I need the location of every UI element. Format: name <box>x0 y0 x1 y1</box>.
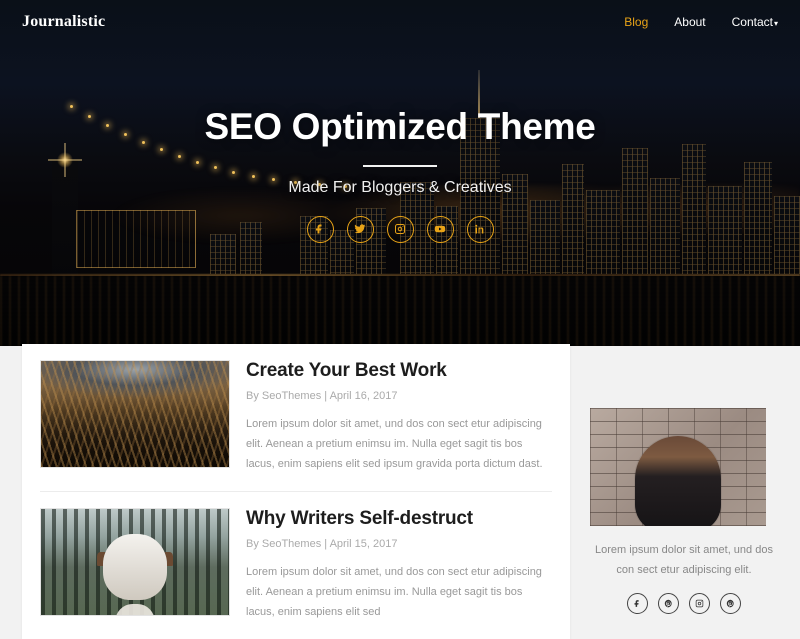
nav-item-contact-label: Contact <box>731 15 773 29</box>
hero-subtitle: Made For Bloggers & Creatives <box>288 178 512 196</box>
post-thumbnail[interactable] <box>40 360 230 468</box>
post-body: Why Writers Self-destruct By SeoThemes |… <box>246 508 552 623</box>
post-item[interactable]: Why Writers Self-destruct By SeoThemes |… <box>40 490 552 639</box>
hero-title: SEO Optimized Theme <box>204 106 596 147</box>
facebook-icon[interactable] <box>306 215 334 243</box>
sidebar-social-links <box>590 592 778 614</box>
main-column: Create Your Best Work By SeoThemes | Apr… <box>22 344 570 639</box>
post-meta: By SeoThemes | April 15, 2017 <box>246 537 398 550</box>
hero-section: Journalistic Blog About Contact▾ SEO Opt… <box>0 0 800 346</box>
sidebar-text: Lorem ipsum dolor sit amet, und dos con … <box>595 544 773 577</box>
hero-social-links <box>306 215 494 243</box>
author-photo <box>590 408 766 526</box>
main-menu: Blog About Contact▾ <box>624 15 778 29</box>
linkedin-icon[interactable] <box>466 215 494 243</box>
pinterest-icon[interactable] <box>720 592 741 614</box>
instagram-icon[interactable] <box>386 215 414 243</box>
nav-item-about[interactable]: About <box>674 15 705 29</box>
hero-content: SEO Optimized Theme Made For Bloggers & … <box>0 0 800 346</box>
post-list-card: Create Your Best Work By SeoThemes | Apr… <box>22 344 570 639</box>
nav-item-contact[interactable]: Contact▾ <box>732 15 778 29</box>
facebook-icon[interactable] <box>627 592 648 614</box>
post-body: Create Your Best Work By SeoThemes | Apr… <box>246 360 552 475</box>
chevron-down-icon: ▾ <box>773 19 778 28</box>
site-header: Journalistic Blog About Contact▾ <box>0 0 800 44</box>
page-body: Create Your Best Work By SeoThemes | Apr… <box>0 344 800 639</box>
twitter-icon[interactable] <box>346 215 374 243</box>
post-excerpt: Lorem ipsum dolor sit amet, und dos con … <box>246 417 543 471</box>
site-logo[interactable]: Journalistic <box>22 13 105 31</box>
post-title[interactable]: Create Your Best Work <box>246 360 552 383</box>
pinterest-icon[interactable] <box>658 592 679 614</box>
post-title[interactable]: Why Writers Self-destruct <box>246 508 552 531</box>
post-item[interactable]: Create Your Best Work By SeoThemes | Apr… <box>40 360 552 491</box>
post-excerpt: Lorem ipsum dolor sit amet, und dos con … <box>246 565 542 619</box>
nav-item-blog[interactable]: Blog <box>624 15 648 29</box>
youtube-icon[interactable] <box>426 215 454 243</box>
instagram-icon[interactable] <box>689 592 710 614</box>
hero-divider <box>363 164 437 167</box>
sidebar: Lorem ipsum dolor sit amet, und dos con … <box>590 346 778 614</box>
post-meta: By SeoThemes | April 16, 2017 <box>246 389 398 402</box>
